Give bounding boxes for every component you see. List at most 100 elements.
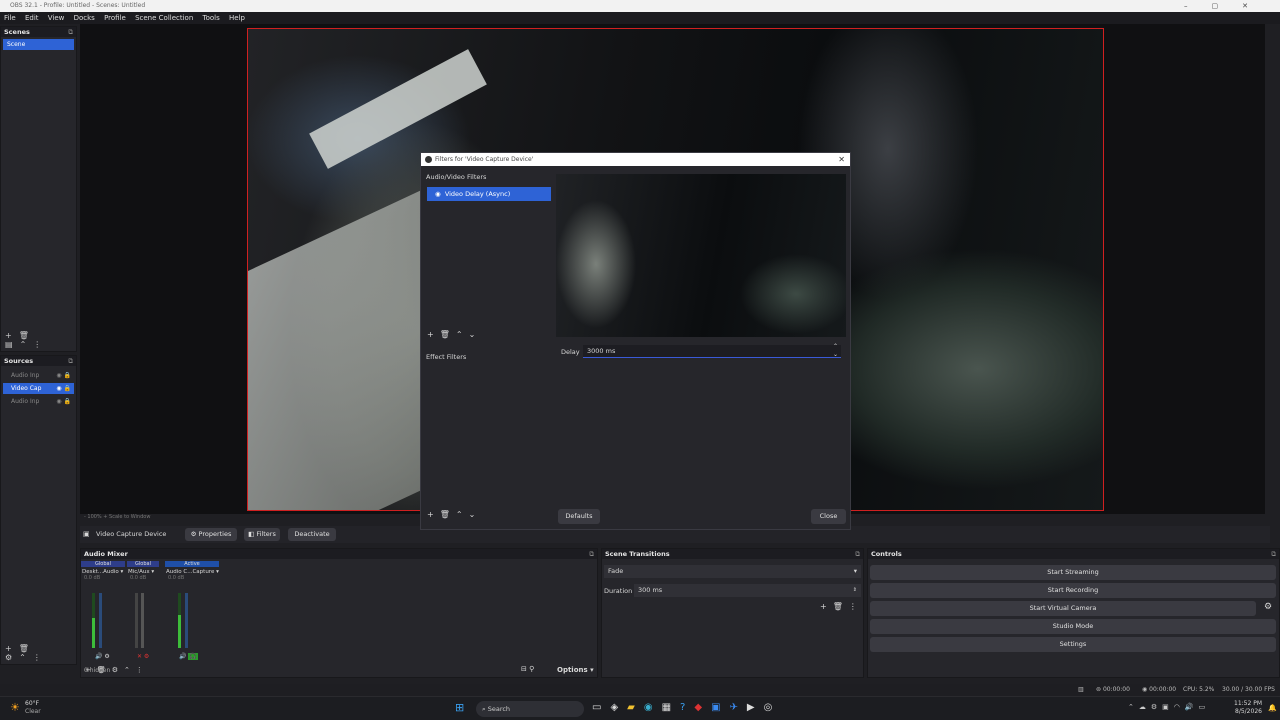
menu-tools[interactable]: Tools <box>203 14 220 22</box>
spinner-icon[interactable]: ⌃ ⌄ <box>833 343 838 359</box>
duration-input[interactable]: 300 ms ⇕ <box>634 584 861 597</box>
filter-icon[interactable]: ▤ <box>5 340 20 349</box>
add-icon[interactable]: + <box>427 330 440 339</box>
visibility-icon[interactable]: ◉ <box>435 190 441 198</box>
settings-button[interactable]: Settings <box>870 637 1276 652</box>
up-icon[interactable]: ⌃ <box>20 340 34 349</box>
undock-icon[interactable]: ⧉ <box>1271 549 1276 559</box>
tray-icon[interactable]: ▣ <box>1162 703 1174 711</box>
trash-icon[interactable]: 🗑 <box>19 644 36 653</box>
trash-icon[interactable]: 🗑 <box>833 602 849 611</box>
store-icon[interactable]: ▦ <box>662 702 680 713</box>
start-icon[interactable]: ⊞ <box>455 701 464 714</box>
delay-input[interactable]: 3000 ms ⌃ ⌄ <box>583 343 841 359</box>
more-icon[interactable]: ⋮ <box>136 666 149 674</box>
task-view-icon[interactable]: ▭ <box>592 702 610 713</box>
media-icon[interactable]: ▶ <box>747 702 764 713</box>
mixer-layout-icon[interactable]: ⊟ ⚲ <box>521 665 534 673</box>
more-icon[interactable]: ⋮ <box>849 602 863 611</box>
zoom-bar[interactable]: - 100% + Scale to Window <box>84 514 150 520</box>
trash-icon[interactable]: 🗑 <box>440 510 456 519</box>
spinner-icon[interactable]: ⇕ <box>853 584 857 597</box>
menu-file[interactable]: File <box>4 14 16 22</box>
shield-icon[interactable]: ◆ <box>694 702 711 713</box>
visibility-icon[interactable]: ◉ 🔒 <box>56 370 71 381</box>
scene-item[interactable]: Scene <box>3 39 74 50</box>
add-icon[interactable]: + <box>427 510 440 519</box>
battery-icon[interactable]: ▭ <box>1199 703 1211 711</box>
close-icon[interactable]: ✕ <box>838 153 845 166</box>
taskbar-search[interactable]: ⌕ Search <box>476 701 584 717</box>
channel-level: 0.0 dB <box>168 575 185 581</box>
transition-select[interactable]: Fade ▾ <box>604 565 861 578</box>
weather-icon[interactable]: ☀ <box>10 701 20 714</box>
more-icon[interactable]: ⋮ <box>33 653 48 662</box>
add-icon[interactable]: + <box>5 331 19 340</box>
more-icon[interactable]: ⋮ <box>33 340 48 349</box>
up-icon[interactable]: ⌃ <box>124 666 136 674</box>
wifi-icon[interactable]: ◠ <box>1174 703 1185 711</box>
deactivate-button[interactable]: Deactivate <box>288 528 336 541</box>
muted-icon[interactable]: ✕ ⚙ <box>137 653 149 660</box>
volume-slider[interactable] <box>99 593 102 648</box>
undock-icon[interactable]: ⧉ <box>68 356 73 366</box>
help-icon[interactable]: ? <box>680 702 694 713</box>
start-recording-button[interactable]: Start Recording <box>870 583 1276 598</box>
studio-mode-button[interactable]: Studio Mode <box>870 619 1276 634</box>
trash-icon[interactable]: 🗑 <box>19 331 36 340</box>
up-icon[interactable]: ⌃ <box>456 510 469 519</box>
mute-icon[interactable]: 🔊 ⚙ <box>95 653 110 660</box>
clock-date[interactable]: 8/5/2026 <box>1235 708 1262 715</box>
gear-icon[interactable]: ⚙ <box>1264 602 1272 612</box>
visibility-icon[interactable]: ◉ 🔒 <box>56 383 71 394</box>
gear-icon[interactable]: ⚙ <box>112 666 124 674</box>
start-streaming-button[interactable]: Start Streaming <box>870 565 1276 580</box>
chevron-up-icon[interactable]: ⌃ <box>1128 703 1139 711</box>
menu-docks[interactable]: Docks <box>74 14 95 22</box>
trash-icon[interactable]: 🗑 <box>440 330 456 339</box>
app-icon[interactable]: ✈ <box>730 702 747 713</box>
down-icon[interactable]: ⌄ <box>469 510 482 519</box>
gear-icon[interactable]: ⚙ <box>5 653 19 662</box>
volume-icon[interactable]: 🔊 <box>1185 703 1199 711</box>
visibility-icon[interactable]: ◉ 🔒 <box>56 396 71 407</box>
options-button[interactable]: Options ▾ <box>557 666 594 674</box>
properties-button[interactable]: ⚙ Properties <box>185 528 237 541</box>
edge-icon[interactable]: ◉ <box>644 702 662 713</box>
copilot-icon[interactable]: ◈ <box>610 702 627 713</box>
add-icon[interactable]: + <box>820 602 833 611</box>
weather-temp[interactable]: 60°F <box>25 700 39 707</box>
tray-icon[interactable]: ⚙ <box>1151 703 1162 711</box>
menu-view[interactable]: View <box>48 14 65 22</box>
obs-icon[interactable]: ◎ <box>764 702 782 713</box>
close-button[interactable]: Close <box>811 509 846 524</box>
folder-icon[interactable]: ▰ <box>627 702 644 713</box>
up-icon[interactable]: ⌃ <box>19 653 33 662</box>
add-icon[interactable]: + <box>5 644 19 653</box>
app-icon[interactable]: ▣ <box>711 702 729 713</box>
source-item[interactable]: Audio Inp ◉ 🔒 <box>3 370 74 381</box>
clock-time[interactable]: 11:52 PM <box>1234 700 1262 707</box>
menu-edit[interactable]: Edit <box>25 14 39 22</box>
filters-button[interactable]: ◧ Filters <box>244 528 280 541</box>
notification-icon[interactable]: 🔔 <box>1268 704 1277 712</box>
down-icon[interactable]: ⌄ <box>469 330 482 339</box>
tray-icon[interactable]: ☁ <box>1139 703 1151 711</box>
menu-scene-collection[interactable]: Scene Collection <box>135 14 193 22</box>
start-virtual-camera-button[interactable]: Start Virtual Camera <box>870 601 1256 616</box>
menu-profile[interactable]: Profile <box>104 14 126 22</box>
weather-desc[interactable]: Clear <box>25 708 41 715</box>
up-icon[interactable]: ⌃ <box>456 330 469 339</box>
source-item-selected[interactable]: Video Cap ◉ 🔒 <box>3 383 74 394</box>
menu-help[interactable]: Help <box>229 14 245 22</box>
undock-icon[interactable]: ⧉ <box>855 549 860 559</box>
undock-icon[interactable]: ⧉ <box>68 27 73 37</box>
filter-item-video-delay[interactable]: ◉ Video Delay (Async) <box>427 187 551 201</box>
undock-icon[interactable]: ⧉ <box>589 549 594 559</box>
volume-slider[interactable] <box>185 593 188 648</box>
window-controls[interactable]: –▢✕ <box>1184 0 1272 12</box>
monitor-icon[interactable]: 🔊 🎧 <box>179 653 198 660</box>
volume-slider[interactable] <box>141 593 144 648</box>
defaults-button[interactable]: Defaults <box>558 509 600 524</box>
source-item[interactable]: Audio Inp ◉ 🔒 <box>3 396 74 407</box>
